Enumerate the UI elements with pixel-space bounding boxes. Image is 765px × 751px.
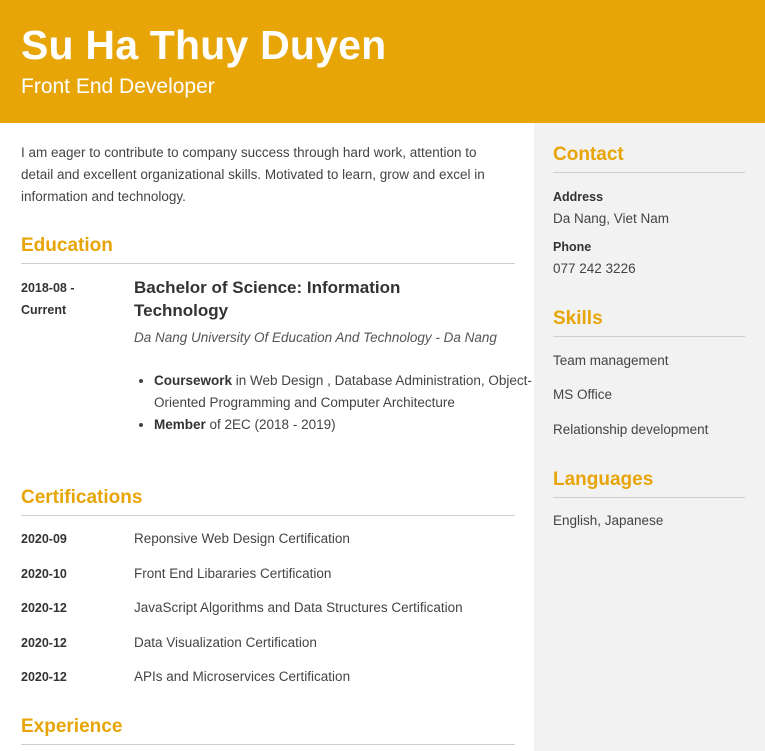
education-degree: Bachelor of Science: Information Technol… xyxy=(134,278,401,320)
certification-row: 2020-12 APIs and Microservices Certifica… xyxy=(21,666,521,688)
phone-label: Phone xyxy=(553,240,592,254)
address-value: Da Nang, Viet Nam xyxy=(553,211,670,226)
education-divider xyxy=(21,263,515,264)
phone-value: 077 242 3226 xyxy=(553,261,636,276)
education-details-list: Coursework in Web Design , Database Admi… xyxy=(134,370,534,436)
summary-text: I am eager to contribute to company succ… xyxy=(21,145,485,204)
education-date-start: 2018-08 - xyxy=(21,281,75,295)
certifications-divider xyxy=(21,515,515,516)
certification-row: 2020-10 Front End Libararies Certificati… xyxy=(21,563,521,585)
candidate-title: Front End Developer xyxy=(21,75,215,98)
skills-divider xyxy=(553,336,745,337)
certification-name: Reponsive Web Design Certification xyxy=(134,531,350,546)
list-item: Member of 2EC (2018 - 2019) xyxy=(154,414,534,436)
list-item: Coursework in Web Design , Database Admi… xyxy=(154,370,534,414)
bullet-label: Coursework xyxy=(154,373,233,388)
experience-heading: Experience xyxy=(21,716,123,737)
candidate-name: Su Ha Thuy Duyen xyxy=(21,22,387,68)
certification-date: 2020-10 xyxy=(21,567,67,581)
skill-item: Team management xyxy=(553,353,669,368)
education-date: 2018-08 - Current xyxy=(21,277,111,321)
skills-heading: Skills xyxy=(553,308,603,329)
education-school: Da Nang University Of Education And Tech… xyxy=(134,330,497,345)
certification-date: 2020-09 xyxy=(21,532,67,546)
certification-name: APIs and Microservices Certification xyxy=(134,669,351,684)
sidebar: Contact Address Da Nang, Viet Nam Phone … xyxy=(534,123,765,751)
certification-row: 2020-09 Reponsive Web Design Certificati… xyxy=(21,528,521,550)
skill-item: Relationship development xyxy=(553,422,709,437)
skill-item: MS Office xyxy=(553,387,613,402)
address-label: Address xyxy=(553,190,604,204)
certifications-heading: Certifications xyxy=(21,487,143,508)
bullet-text: of 2EC (2018 - 2019) xyxy=(205,417,336,432)
main-column: I am eager to contribute to company succ… xyxy=(0,123,534,751)
certification-row: 2020-12 JavaScript Algorithms and Data S… xyxy=(21,597,521,619)
certification-row: 2020-12 Data Visualization Certification xyxy=(21,632,521,654)
certification-date: 2020-12 xyxy=(21,636,67,650)
languages-heading: Languages xyxy=(553,469,654,490)
education-heading: Education xyxy=(21,235,113,256)
contact-heading: Contact xyxy=(553,144,624,165)
certification-name: Data Visualization Certification xyxy=(134,635,317,650)
certification-name: Front End Libararies Certification xyxy=(134,566,332,581)
bullet-label: Member xyxy=(154,417,206,432)
experience-divider xyxy=(21,744,515,745)
languages-divider xyxy=(553,497,745,498)
certification-name: JavaScript Algorithms and Data Structure… xyxy=(134,600,463,615)
resume-header: Su Ha Thuy Duyen Front End Developer xyxy=(0,0,765,123)
certification-date: 2020-12 xyxy=(21,601,67,615)
languages-value: English, Japanese xyxy=(553,513,664,528)
education-date-end: Current xyxy=(21,303,67,317)
certification-date: 2020-12 xyxy=(21,670,67,684)
contact-divider xyxy=(553,172,745,173)
